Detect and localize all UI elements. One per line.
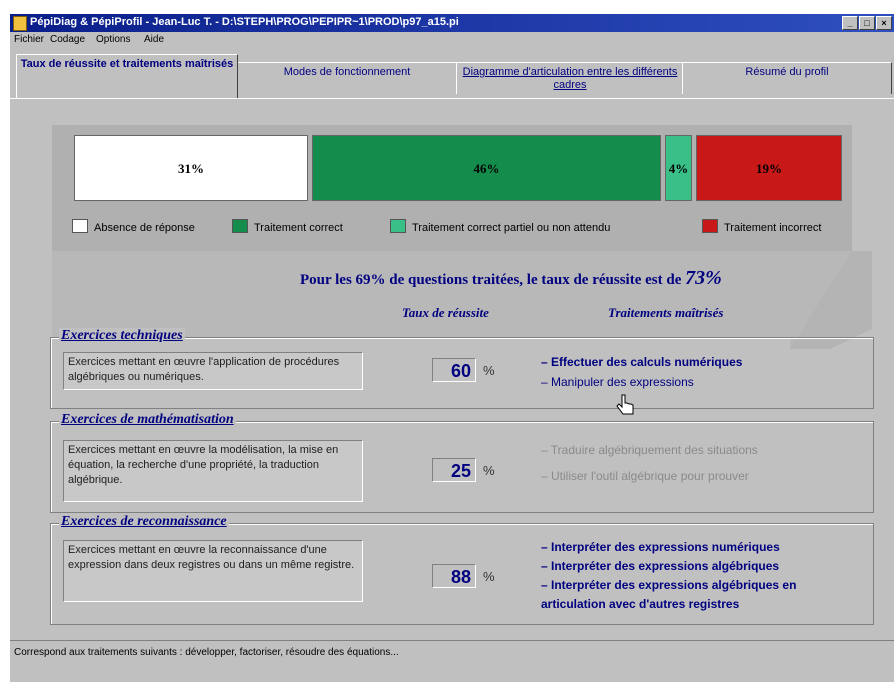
menu-options[interactable]: Options	[96, 34, 130, 45]
bar-segment-1: 31%	[74, 135, 308, 201]
rate-field: 60	[432, 358, 476, 382]
status-bar: Correspond aux traitements suivants : dé…	[10, 640, 894, 663]
group-description: Exercices mettant en œuvre la reconnaiss…	[63, 540, 363, 602]
bar-segment-2: 46%	[312, 135, 661, 201]
tab-bar: Taux de réussite et traitements maîtrisé…	[10, 50, 894, 98]
skill-item[interactable]: – Interpréter des expressions numériques	[541, 538, 861, 557]
tab-taux-reussite[interactable]: Taux de réussite et traitements maîtrisé…	[16, 54, 238, 98]
hand-cursor-icon	[616, 394, 634, 415]
legend-label: Traitement incorrect	[724, 222, 822, 234]
menu-aide[interactable]: Aide	[144, 34, 164, 45]
legend-item: Absence de réponse	[72, 219, 195, 234]
bar-value-label: 4%	[668, 161, 689, 176]
group-description: Exercices mettant en œuvre la modélisati…	[63, 440, 363, 502]
close-button[interactable]: ×	[876, 16, 892, 30]
window-controls: _ □ ×	[841, 16, 892, 30]
skill-item[interactable]: – Effectuer des calculs numériques	[541, 352, 861, 372]
skills-list: – Traduire algébriquement des situations…	[541, 440, 861, 486]
group-title: Exercices de reconnaissance	[59, 514, 229, 530]
legend-item: Traitement incorrect	[702, 219, 821, 234]
skills-column-header: Traitements maîtrisés	[608, 305, 724, 320]
stacked-bar: 31% 46% 4% 19%	[74, 135, 842, 201]
bar-segment-4: 19%	[696, 135, 842, 201]
percent-unit: %	[483, 569, 495, 584]
bar-value-label: 19%	[756, 161, 782, 176]
summary-rate: 73%	[685, 267, 722, 289]
tab-label: Diagramme d'articulation entre les diffé…	[462, 66, 678, 91]
chart-legend: Absence de réponse Traitement correct Trai…	[72, 217, 852, 237]
legend-swatch	[232, 219, 248, 233]
menu-codage[interactable]: Codage	[50, 34, 85, 45]
tab-panel: 31% 46% 4% 19% Absence de réponse Traitement…	[10, 98, 894, 639]
legend-label: Absence de réponse	[94, 222, 195, 234]
legend-swatch	[390, 219, 406, 233]
app-window: PépiDiag & PépiProfil - Jean-Luc T. - D:…	[10, 14, 894, 682]
legend-swatch	[72, 219, 88, 233]
summary-text: Pour les 69% de questions traitées, le t…	[300, 272, 686, 288]
percent-unit: %	[483, 363, 495, 378]
success-summary: Pour les 69% de questions traitées, le t…	[300, 267, 860, 290]
group-title: Exercices de mathématisation	[59, 412, 236, 428]
legend-label: Traitement correct	[254, 222, 343, 234]
tab-diagramme-articulation[interactable]: Diagramme d'articulation entre les diffé…	[456, 62, 684, 94]
app-icon	[13, 16, 27, 31]
skills-list: – Interpréter des expressions numériques…	[541, 538, 861, 614]
skill-item[interactable]: – Interpréter des expressions algébrique…	[541, 557, 861, 576]
skills-list: – Effectuer des calculs numériques – Man…	[541, 352, 861, 392]
menu-bar: Fichier Codage Options Aide	[10, 32, 894, 48]
window-title: PépiDiag & PépiProfil - Jean-Luc T. - D:…	[30, 16, 459, 28]
legend-label: Traitement correct partiel ou non attend…	[412, 222, 611, 234]
skill-item[interactable]: – Interpréter des expressions algébrique…	[541, 576, 851, 614]
minimize-button[interactable]: _	[842, 16, 858, 30]
tab-label: Résumé du profil	[745, 66, 829, 78]
legend-item: Traitement correct partiel ou non attend…	[390, 219, 610, 234]
bar-value-label: 31%	[178, 161, 204, 176]
tab-label: Modes de fonctionnement	[283, 66, 411, 78]
percent-unit: %	[483, 463, 495, 478]
rate-column-header: Taux de réussite	[402, 305, 489, 320]
group-title: Exercices techniques	[59, 328, 185, 344]
tab-modes-fonctionnement[interactable]: Modes de fonctionnement	[236, 62, 458, 94]
rate-field: 88	[432, 564, 476, 588]
skill-item[interactable]: – Traduire algébriquement des situations	[541, 440, 861, 460]
legend-item: Traitement correct	[232, 219, 343, 234]
chart-frame: 31% 46% 4% 19% Absence de réponse Traitement…	[52, 125, 852, 251]
group-exercices-mathematisation: Exercices de mathématisation Exercices m…	[50, 412, 874, 513]
status-text: Correspond aux traitements suivants : dé…	[14, 647, 399, 658]
tab-label: Taux de réussite et traitements maîtrisé…	[20, 58, 234, 70]
bar-value-label: 46%	[473, 161, 500, 176]
group-exercices-techniques: Exercices techniques Exercices mettant e…	[50, 328, 874, 409]
rate-field: 25	[432, 458, 476, 482]
tab-resume-profil[interactable]: Résumé du profil	[682, 62, 892, 94]
group-description: Exercices mettant en œuvre l'application…	[63, 352, 363, 390]
skill-item[interactable]: – Manipuler des expressions	[541, 372, 861, 392]
title-bar[interactable]: PépiDiag & PépiProfil - Jean-Luc T. - D:…	[10, 14, 894, 32]
maximize-button[interactable]: □	[859, 16, 875, 30]
legend-swatch	[702, 219, 718, 233]
group-exercices-reconnaissance: Exercices de reconnaissance Exercices me…	[50, 514, 874, 625]
skill-item[interactable]: – Utiliser l'outil algébrique pour prouv…	[541, 466, 861, 486]
bar-segment-3: 4%	[665, 135, 692, 201]
menu-fichier[interactable]: Fichier	[14, 34, 44, 45]
